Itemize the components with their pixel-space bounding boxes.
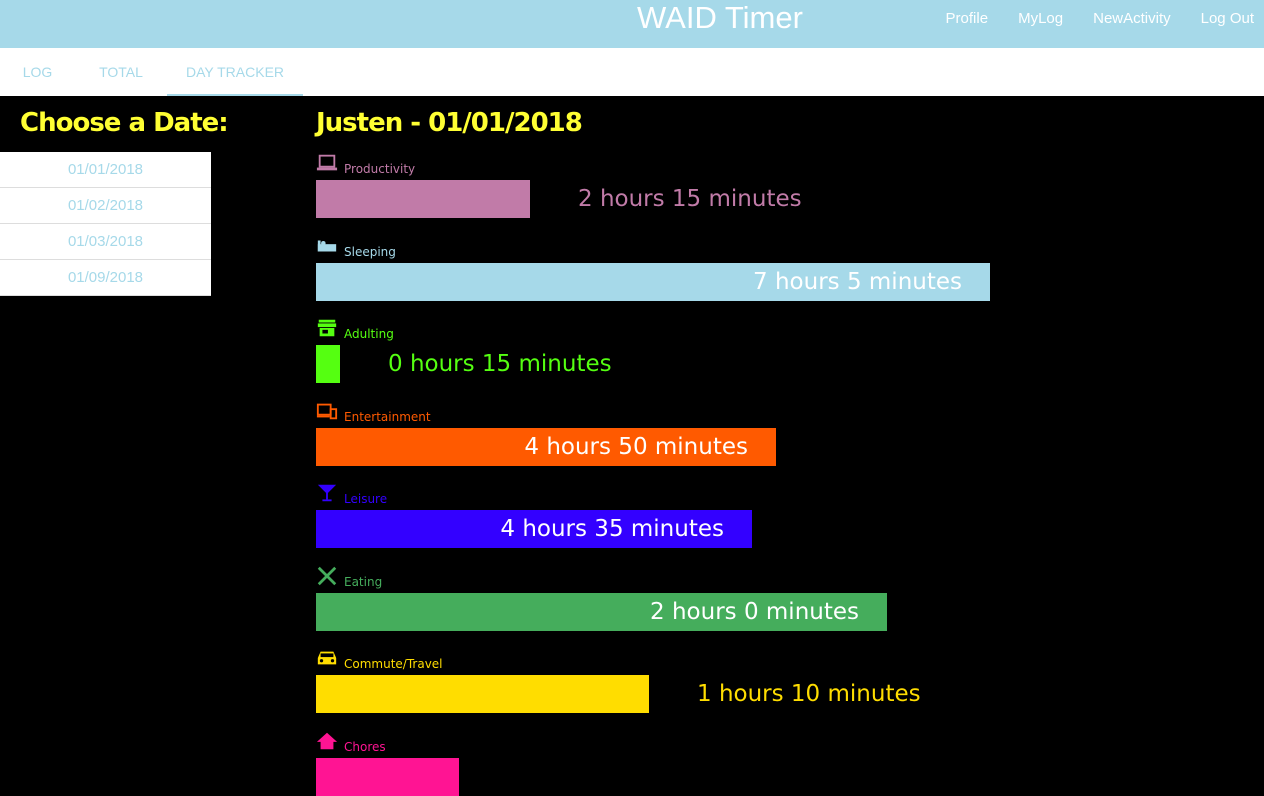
nav-logout[interactable]: Log Out xyxy=(1201,10,1254,27)
bed-icon xyxy=(316,236,344,259)
choose-date-title: Choose a Date: xyxy=(20,108,229,138)
top-bar: WAID Timer Profile MyLog NewActivity Log… xyxy=(0,0,1264,48)
activity-bar xyxy=(316,180,530,218)
activity-duration: 2 hours 0 minutes xyxy=(650,598,859,625)
activity-name: Leisure xyxy=(344,492,388,506)
home-icon xyxy=(316,731,344,754)
car-icon xyxy=(316,648,344,671)
page-title: Justen - 01/01/2018 xyxy=(316,108,583,138)
activity-name: Sleeping xyxy=(344,244,396,259)
activity-label: Productivity xyxy=(316,152,415,176)
activity-label: Eating xyxy=(316,565,382,589)
activity-label: Sleeping xyxy=(316,235,396,259)
activity-duration: 1 hours 10 minutes xyxy=(697,681,921,707)
store-icon xyxy=(316,318,344,341)
activity-duration: 7 hours 5 minutes xyxy=(753,268,962,295)
date-item[interactable]: 01/01/2018 xyxy=(0,152,211,188)
activity-name: Eating xyxy=(344,574,383,589)
date-item[interactable]: 01/02/2018 xyxy=(0,188,211,224)
devices-icon xyxy=(316,401,344,424)
nav-mylog[interactable]: MyLog xyxy=(1018,10,1063,27)
app-title: WAID Timer xyxy=(637,0,803,35)
activity-name: Commute/Travel xyxy=(344,657,443,671)
activity-duration: 4 hours 50 minutes xyxy=(524,433,748,460)
activity-name: Productivity xyxy=(344,162,416,176)
activity-label: Chores xyxy=(316,730,386,754)
activity-label: Commute/Travel xyxy=(316,647,443,671)
activity-label: Entertainment xyxy=(316,400,431,424)
tab-total[interactable]: TOTAL xyxy=(75,48,167,96)
tab-log[interactable]: LOG xyxy=(0,48,75,96)
activity-bar xyxy=(316,757,459,796)
date-item[interactable]: 01/09/2018 xyxy=(0,260,211,296)
top-nav: Profile MyLog NewActivity Log Out xyxy=(916,0,1254,36)
activity-bar xyxy=(316,675,649,713)
nav-profile[interactable]: Profile xyxy=(946,10,989,27)
date-item[interactable]: 01/03/2018 xyxy=(0,224,211,260)
nav-newactivity[interactable]: NewActivity xyxy=(1093,10,1171,27)
activity-label: Adulting xyxy=(316,317,394,341)
activity-duration: 0 hours 15 minutes xyxy=(388,351,612,377)
tab-day-tracker[interactable]: DAY TRACKER xyxy=(167,48,303,96)
activity-label: Leisure xyxy=(316,482,387,506)
activity-duration: 4 hours 35 minutes xyxy=(500,516,724,542)
laptop-icon xyxy=(316,153,344,176)
activity-duration: 2 hours 15 minutes xyxy=(578,186,802,212)
activity-name: Chores xyxy=(344,739,386,754)
activity-bar xyxy=(316,345,340,383)
activity-name: Entertainment xyxy=(344,409,431,424)
date-list: 01/01/2018 01/02/2018 01/03/2018 01/09/2… xyxy=(0,152,211,296)
utensils-icon xyxy=(316,566,344,589)
tab-bar: LOG TOTAL DAY TRACKER xyxy=(0,48,1264,96)
activity-name: Adulting xyxy=(344,327,394,341)
cocktail-icon xyxy=(316,483,344,506)
